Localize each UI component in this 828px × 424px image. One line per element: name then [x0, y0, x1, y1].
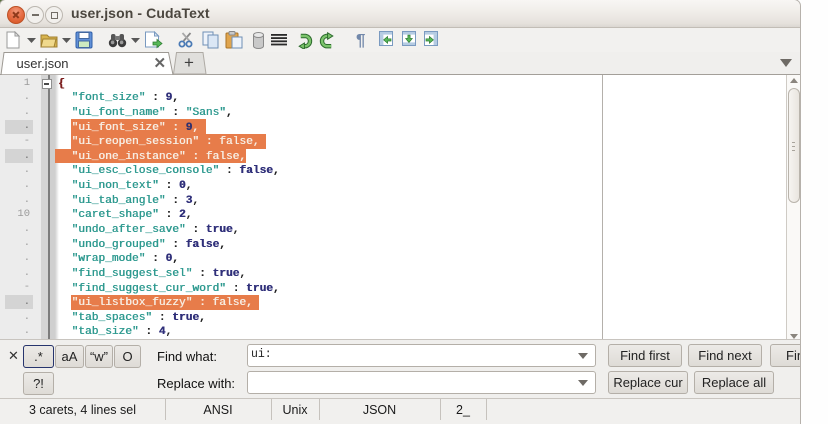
svg-text:¶: ¶	[356, 31, 365, 49]
